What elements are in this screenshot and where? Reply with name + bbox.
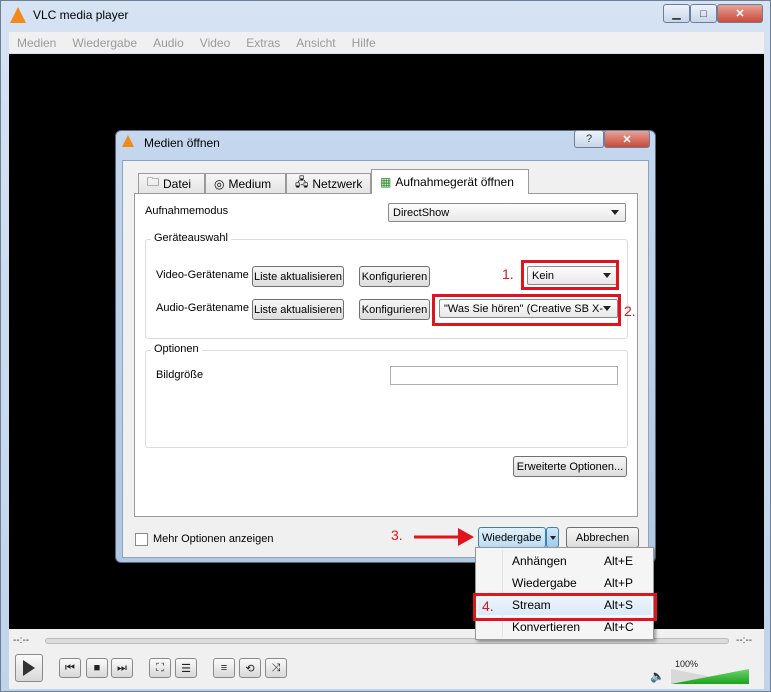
advanced-options-button[interactable]: Erweiterte Optionen... — [513, 456, 627, 477]
minimize-button[interactable]: ▁ — [663, 4, 690, 23]
window-title: VLC media player — [33, 8, 129, 22]
maximize-button[interactable]: □ — [690, 4, 717, 23]
stop-icon: ■ — [93, 662, 101, 674]
chevron-down-icon — [611, 210, 619, 215]
menu-item-shortcut: Alt+C — [604, 620, 634, 634]
options-group-title: Optionen — [151, 343, 202, 355]
audio-device-label: Audio-Gerätename — [156, 302, 249, 314]
menu-wiedergabe[interactable]: Wiedergabe — [64, 36, 145, 50]
annotation-one: 1. — [502, 266, 514, 282]
shuffle-icon: ⤨ — [271, 661, 281, 674]
fullscreen-button[interactable]: ⛶ — [149, 658, 171, 678]
menu-audio[interactable]: Audio — [145, 36, 192, 50]
help-button[interactable]: ? — [574, 130, 604, 148]
menu-item-label: Wiedergabe — [512, 576, 577, 590]
vlc-cone-icon — [10, 7, 26, 23]
previous-button[interactable]: ⏮ — [59, 658, 81, 678]
capture-card-icon: ▦ — [380, 175, 392, 189]
close-button[interactable]: ✕ — [717, 4, 763, 23]
video-device-label: Video-Gerätename — [156, 269, 249, 281]
picture-size-field[interactable] — [390, 366, 618, 385]
tab-medium[interactable]: ◎ Medium — [205, 173, 286, 193]
more-options-checkbox[interactable] — [135, 533, 148, 546]
menu-item-label: Anhängen — [512, 554, 567, 568]
equalizer-icon: ☰ — [181, 662, 191, 675]
tab-datei[interactable]: 🗀 Datei — [138, 173, 205, 193]
loop-button[interactable]: ⟲ — [239, 658, 261, 678]
extended-settings-button[interactable]: ☰ — [175, 658, 197, 678]
menu-medien[interactable]: Medien — [9, 36, 64, 50]
annotation-four: 4. — [482, 598, 494, 614]
previous-icon: ⏮ — [65, 661, 75, 674]
fullscreen-icon: ⛶ — [156, 661, 164, 674]
highlight-stream-item — [473, 593, 657, 621]
menu-item-anhaengen[interactable]: Anhängen Alt+E — [478, 551, 651, 571]
playlist-button[interactable]: ≡ — [213, 658, 235, 678]
menu-ansicht[interactable]: Ansicht — [288, 36, 343, 50]
tab-aufnahmegeraet[interactable]: ▦ Aufnahmegerät öffnen — [371, 169, 529, 194]
menu-extras[interactable]: Extras — [238, 36, 288, 50]
chevron-down-icon — [549, 535, 556, 540]
open-media-dialog: Medien öffnen ? ✕ 🗀 Datei ◎ Medium 🖧 Netzwe… — [115, 130, 656, 563]
elapsed-time: --:-- — [13, 635, 30, 646]
cancel-button[interactable]: Abbrechen — [566, 527, 639, 548]
capture-mode-label: Aufnahmemodus — [145, 205, 229, 217]
annotation-three: 3. — [391, 527, 403, 543]
dialog-title: Medien öffnen — [144, 136, 220, 150]
network-icon: 🖧 — [295, 175, 309, 189]
volume-percent: 100% — [675, 659, 699, 669]
next-icon: ⏭ — [117, 661, 127, 674]
menu-item-wiedergabe[interactable]: Wiedergabe Alt+P — [478, 573, 651, 593]
capture-mode-value: DirectShow — [393, 206, 450, 219]
configure-video-button[interactable]: Konfigurieren — [359, 266, 430, 287]
red-arrow-icon — [414, 528, 474, 546]
tab-netzwerk[interactable]: 🖧 Netzwerk — [286, 173, 371, 193]
folder-icon: 🗀 — [147, 175, 160, 189]
tab-medium-label: Medium — [228, 176, 272, 191]
device-group-title: Geräteauswahl — [151, 232, 231, 244]
menu-hilfe[interactable]: Hilfe — [344, 36, 384, 50]
menu-bar: Medien Wiedergabe Audio Video Extras Ans… — [9, 32, 764, 53]
title-bar: VLC media player ▁ □ ✕ — [1, 1, 771, 31]
dialog-body: 🗀 Datei ◎ Medium 🖧 Netzwerk ▦ Aufnahmegerät … — [122, 160, 649, 558]
next-button[interactable]: ⏭ — [111, 658, 133, 678]
playlist-icon: ≡ — [220, 662, 228, 674]
menu-item-shortcut: Alt+P — [604, 576, 634, 590]
play-icon — [23, 660, 35, 676]
refresh-video-list-button[interactable]: Liste aktualisieren — [252, 266, 344, 287]
menu-item-label: Konvertieren — [512, 620, 581, 634]
vlc-cone-icon-dialog — [122, 135, 134, 147]
configure-audio-button[interactable]: Konfigurieren — [359, 299, 430, 320]
play-button[interactable] — [15, 654, 43, 682]
speaker-icon[interactable]: 🔈 — [650, 669, 665, 683]
disc-icon: ◎ — [214, 176, 225, 191]
menu-video[interactable]: Video — [192, 36, 238, 50]
dialog-close-button[interactable]: ✕ — [604, 130, 650, 148]
total-time: --:-- — [736, 635, 753, 646]
play-split-button[interactable]: Wiedergabe — [478, 527, 546, 548]
play-dropdown-arrow[interactable] — [546, 527, 559, 548]
loop-icon: ⟲ — [245, 662, 255, 675]
highlight-video-device — [521, 260, 619, 290]
picture-size-label: Bildgröße — [156, 369, 204, 381]
play-split-button-label: Wiedergabe — [482, 531, 542, 544]
stop-button[interactable]: ■ — [86, 658, 108, 678]
refresh-audio-list-button[interactable]: Liste aktualisieren — [252, 299, 344, 320]
more-options-label: Mehr Optionen anzeigen — [153, 533, 274, 545]
shuffle-button[interactable]: ⤨ — [265, 658, 287, 678]
capture-mode-select[interactable]: DirectShow — [388, 203, 626, 222]
highlight-audio-device — [432, 294, 621, 326]
capture-panel: Aufnahmemodus DirectShow Geräteauswahl V… — [134, 193, 638, 517]
tab-datei-label: Datei — [163, 176, 192, 191]
tab-aufnahmegeraet-label: Aufnahmegerät öffnen — [395, 175, 514, 189]
options-group — [145, 350, 628, 448]
tab-netzwerk-label: Netzwerk — [312, 176, 363, 191]
menu-item-shortcut: Alt+E — [604, 554, 634, 568]
annotation-two: 2. — [624, 303, 636, 319]
